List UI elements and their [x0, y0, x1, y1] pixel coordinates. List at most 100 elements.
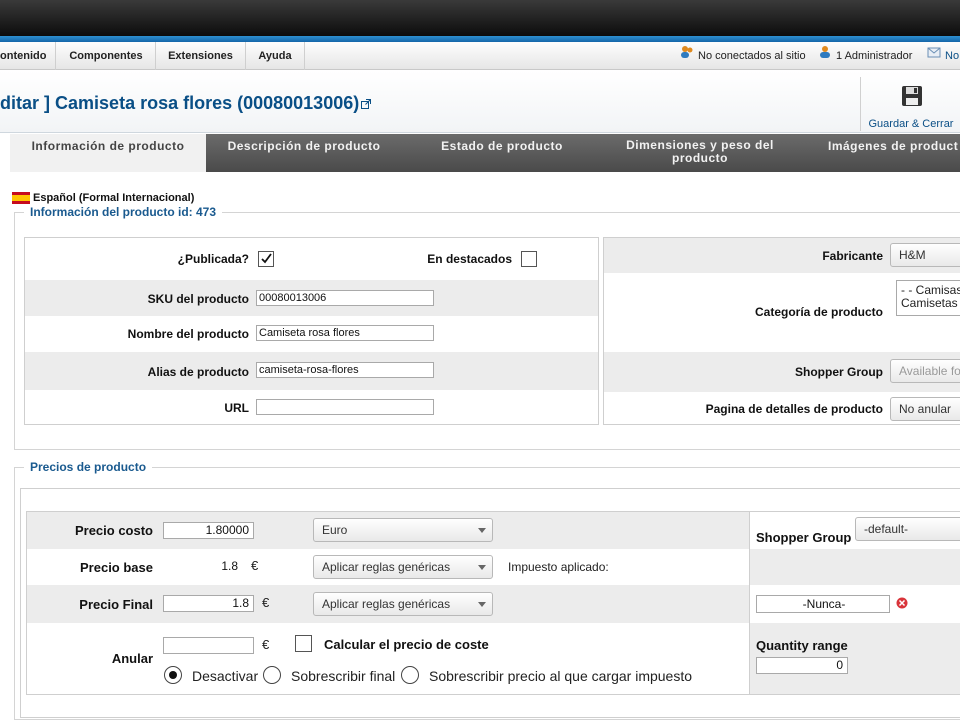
base-input[interactable]: 1.8	[163, 558, 243, 575]
details-page-label: Pagina de detalles de producto	[705, 402, 883, 416]
tab-dimensions-weight[interactable]: Dimensiones y peso del producto	[602, 134, 798, 172]
details-page-value: No anular	[899, 402, 952, 416]
status-messages[interactable]: No	[927, 42, 959, 70]
status-visitors[interactable]: No conectados al sitio	[680, 42, 806, 70]
currency-value: Euro	[322, 523, 348, 537]
calc-cost-label: Calcular el precio de coste	[324, 637, 489, 652]
row-final: Precio Final 1.8 € Aplicar reglas genéri…	[27, 585, 749, 623]
save-icon	[902, 86, 922, 106]
base-label: Precio base	[80, 560, 153, 575]
tab-product-status[interactable]: Estado de producto	[402, 134, 602, 172]
status-admins-text: 1 Administrador	[836, 50, 913, 62]
save-close-button[interactable]: Guardar & Cerrar	[860, 77, 960, 131]
row-side-quantity: Quantity range 0	[750, 623, 960, 694]
prices-grid: Precio costo 1.80000 Euro Precio base 1.…	[26, 511, 960, 695]
row-side-date: -Nunca-	[750, 585, 960, 623]
language-text: Español (Formal Internacional)	[33, 192, 195, 204]
final-rule-select[interactable]: Aplicar reglas genéricas	[313, 592, 493, 616]
tax-applied-label: Impuesto aplicado:	[508, 560, 609, 574]
shopper-group-label: Shopper Group	[795, 365, 883, 379]
featured-checkbox[interactable]	[521, 251, 537, 267]
row-details-page: Pagina de detalles de producto No anular	[604, 392, 960, 424]
alias-input[interactable]: camiseta-rosa-flores	[256, 362, 434, 378]
price-shopper-group-label: Shopper Group	[756, 530, 852, 545]
tab-product-description[interactable]: Descripción de producto	[206, 134, 402, 172]
tab-bar: Información de producto Descripción de p…	[10, 134, 960, 172]
radio-override-final[interactable]	[263, 666, 281, 684]
radio-disable-label: Desactivar	[192, 668, 259, 684]
radio-disable[interactable]	[164, 666, 182, 684]
admin-menu-bar: ontenido Componentes Extensiones Ayuda N…	[0, 42, 960, 70]
category-multiselect[interactable]: - - Camisas Camisetas	[896, 280, 960, 316]
tab-product-info[interactable]: Información de producto	[10, 134, 206, 172]
name-label: Nombre del producto	[127, 327, 249, 341]
checkmark-icon	[261, 253, 272, 264]
sku-label: SKU del producto	[147, 292, 249, 306]
row-base: Precio base 1.8 € Aplicar reglas genéric…	[27, 549, 749, 585]
radio-override-tax[interactable]	[401, 666, 419, 684]
override-label: Anular	[111, 651, 153, 666]
details-page-select[interactable]: No anular	[890, 397, 960, 421]
menu-componentes[interactable]: Componentes	[57, 42, 156, 70]
final-rule-value: Aplicar reglas genéricas	[322, 597, 451, 611]
base-currency-symbol: €	[251, 558, 259, 573]
shopper-group-placeholder: Available for	[899, 364, 960, 378]
row-cost: Precio costo 1.80000 Euro	[27, 512, 749, 549]
featured-label: En destacados	[427, 252, 512, 266]
status-admins[interactable]: 1 Administrador	[818, 42, 912, 70]
row-shopper-group: Shopper Group Available for	[604, 352, 960, 392]
calc-cost-checkbox[interactable]	[295, 635, 312, 652]
override-input[interactable]	[163, 637, 254, 654]
delete-icon[interactable]	[896, 597, 908, 612]
sku-input[interactable]: 00080013006	[256, 290, 434, 306]
row-override: Anular € Calcular el precio de coste Des…	[27, 623, 749, 695]
top-bar	[0, 0, 960, 36]
row-name: Nombre del producto Camiseta rosa flores	[25, 316, 598, 352]
page-title-text: Camiseta rosa flores (00080013006)	[55, 93, 360, 113]
published-checkbox[interactable]	[258, 251, 274, 267]
base-rule-value: Aplicar reglas genéricas	[322, 560, 451, 574]
category-option-2[interactable]: Camisetas	[901, 297, 960, 310]
price-shopper-group-value: -default-	[864, 522, 909, 536]
page-header: ditar ] Camiseta rosa flores (0008001300…	[0, 71, 960, 133]
currency-select[interactable]: Euro	[313, 518, 493, 542]
menu-extensiones[interactable]: Extensiones	[156, 42, 246, 70]
admin-icon	[818, 42, 832, 70]
status-visitors-text: No conectados al sitio	[698, 50, 806, 62]
status-messages-text: No	[945, 50, 960, 62]
quantity-range-label: Quantity range	[756, 638, 848, 653]
manufacturer-value: H&M	[899, 248, 926, 262]
page-title-prefix: ditar ]	[0, 93, 51, 113]
manufacturer-label: Fabricante	[822, 249, 883, 263]
chevron-down-icon	[478, 602, 486, 607]
shopper-group-select[interactable]: Available for	[890, 359, 960, 383]
tab-product-images[interactable]: Imágenes de product	[798, 134, 960, 172]
final-input[interactable]: 1.8	[163, 595, 254, 612]
language-label: Español (Formal Internacional)	[12, 192, 195, 205]
users-icon	[680, 42, 694, 70]
prices-legend: Precios de producto	[24, 460, 153, 474]
external-link-icon[interactable]	[361, 93, 372, 114]
product-info-legend: Información del producto id: 473	[24, 205, 223, 219]
url-input[interactable]	[256, 399, 434, 415]
cost-input[interactable]: 1.80000	[163, 522, 254, 539]
menu-ayuda[interactable]: Ayuda	[246, 42, 305, 70]
name-input[interactable]: Camiseta rosa flores	[256, 325, 434, 341]
cost-label: Precio costo	[74, 523, 153, 538]
row-sku: SKU del producto 00080013006	[25, 280, 598, 316]
row-side-shopper-group: Shopper Group -default-	[750, 512, 960, 549]
chevron-down-icon	[478, 528, 486, 533]
price-shopper-group-select[interactable]: -default-	[855, 517, 960, 541]
manufacturer-select[interactable]: H&M	[890, 243, 960, 267]
row-side-blank	[750, 549, 960, 585]
base-rule-select[interactable]: Aplicar reglas genéricas	[313, 555, 493, 579]
radio-override-final-label: Sobrescribir final	[291, 668, 396, 684]
price-side-column: Shopper Group -default- -Nunca- Quantity…	[749, 512, 960, 694]
menu-contenido[interactable]: ontenido	[0, 42, 56, 70]
alias-label: Alias de producto	[147, 365, 249, 379]
final-label: Precio Final	[79, 597, 153, 612]
quantity-range-input[interactable]: 0	[756, 657, 848, 674]
message-icon	[927, 42, 941, 70]
url-label: URL	[224, 401, 249, 415]
price-date-input[interactable]: -Nunca-	[756, 595, 890, 613]
